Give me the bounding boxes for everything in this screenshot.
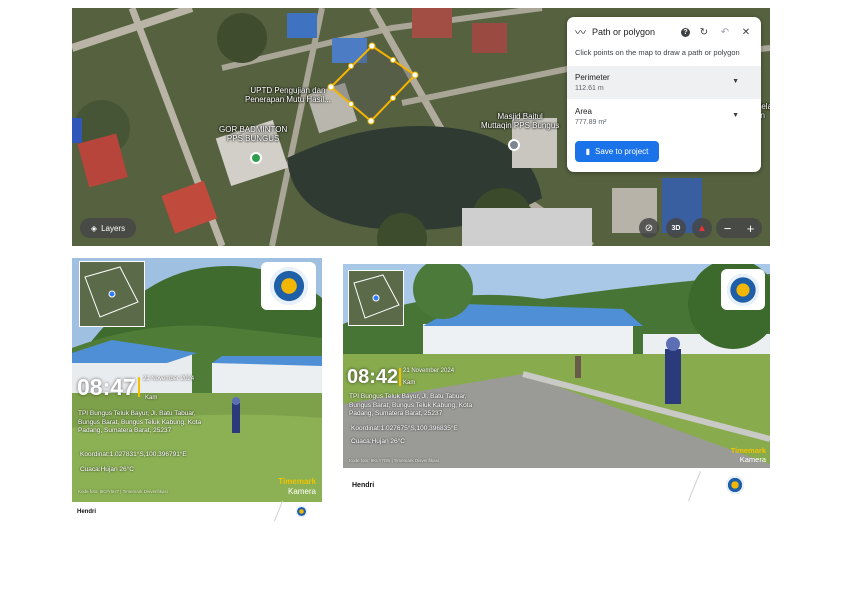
photo-right-date: 21 November 2024 [403,368,455,374]
help-icon[interactable]: ? [681,27,690,37]
inset-map-left[interactable] [79,261,145,327]
photo-left-address: TPI Bungus Teluk Bayur, Jl. Batu Tabuar,… [78,410,202,434]
area-value: 777.89 m² [575,119,607,126]
measure-panel: 〰 Path or polygon ? ↻ ↶ ✕ Click points o… [567,17,761,172]
photo-left-coords: Koordinat:1.027831°S,100.396791°E [80,451,187,458]
photo-right-address: TPI Bungus Teluk Bayur, Jl. Batu Tabuar,… [349,393,473,417]
close-icon[interactable]: ✕ [739,25,753,39]
place-label-uptd[interactable]: UPTD Pengujian dan Penerapan Mutu Hasil.… [245,86,331,104]
photo-right-scene [343,264,770,468]
ministry-logo [261,262,316,310]
path-icon: 〰 [575,27,586,39]
perimeter-dropdown-icon[interactable]: ▼ [732,78,739,85]
zoom-out-button[interactable]: − [724,221,732,236]
reset-icon[interactable]: ↻ [697,25,711,39]
area-row[interactable]: Area 777.89 m² ▼ [567,100,761,133]
perimeter-row[interactable]: Perimeter 112.61 m ▼ [567,66,761,99]
zoom-in-button[interactable]: + [747,221,755,236]
footer-logo-left [294,504,308,518]
divider-bar [399,368,401,386]
inset-map-right-image [349,271,403,325]
place-label-masjid[interactable]: Masjid Baitul Muttaqin PPS Bungus [481,112,559,130]
compass-icon: ▲ [697,222,707,234]
photo-left-weather: Cuaca:Hujan 26°C [80,466,134,473]
photo-left-footer-name: Hendri [77,509,97,515]
zoom-control: − + [716,218,762,238]
bookmark-icon: ▮ [585,147,591,156]
perimeter-label: Perimeter [575,73,610,82]
place-pin-icon[interactable] [250,152,262,164]
photo-right[interactable]: 08:42 21 November 2024 Kam TPI Bungus Te… [343,264,770,468]
3d-button[interactable]: 3D [666,218,686,238]
undo-icon[interactable]: ↶ [718,25,732,39]
save-to-project-button[interactable]: ▮ Save to project [575,141,659,162]
photo-left[interactable]: 08:47 21 November 2024 Kam TPI Bungus Te… [72,258,322,502]
area-label: Area [575,107,592,116]
location-off-icon: ⊘ [644,222,654,234]
ministry-emblem-icon [727,273,759,306]
ministry-logo [721,269,765,310]
footer-divider [688,470,701,502]
inset-map-right[interactable] [348,270,404,326]
photo-right-verify: Kode foto: 9KLY7DB | Timemark Disverifik… [349,458,439,463]
inset-map-left-image [80,262,144,326]
perimeter-value: 112.61 m [575,85,604,92]
timemark-brand: Timemark Kamera [278,477,316,496]
photo-right-day: Kam [403,380,416,386]
area-dropdown-icon[interactable]: ▼ [732,112,739,119]
photo-left-time: 08:47 [77,374,136,400]
ministry-emblem-icon [295,505,307,517]
footer-logo-right [724,474,746,496]
compass-button[interactable]: ▲ [692,218,712,238]
place-label-gor[interactable]: GOR BADMINTON PPS BUNGUS [219,125,287,143]
photo-right-coords: Koordinat:1.027675°S,100.396835°E [351,425,458,432]
photo-right-weather: Cuaca:Hujan 26°C [351,438,405,445]
panel-hint: Click points on the map to draw a path o… [575,48,740,57]
photo-right-time: 08:42 [347,366,399,388]
footer-divider [273,500,284,522]
layers-icon: ◈ [90,223,98,233]
layers-button[interactable]: ◈ Layers [80,218,136,238]
photo-left-date: 21 November 2024 [143,376,195,382]
panel-header: 〰 Path or polygon ? ↻ ↶ ✕ [575,25,753,40]
panel-title: Path or polygon [592,27,656,37]
compass-off-button[interactable]: ⊘ [639,218,659,238]
ministry-emblem-icon [269,267,308,305]
photo-left-verify: Kode foto: 6K2Y5H7 | Timemark Disverifik… [78,489,168,494]
timemark-brand: Timemark Kamera [730,446,766,464]
photo-left-day: Kam [145,395,158,401]
mosque-pin-icon[interactable] [508,139,520,151]
photo-right-footer-name: Hendri [352,482,375,489]
ministry-emblem-icon [726,476,744,494]
divider-bar [138,377,140,397]
